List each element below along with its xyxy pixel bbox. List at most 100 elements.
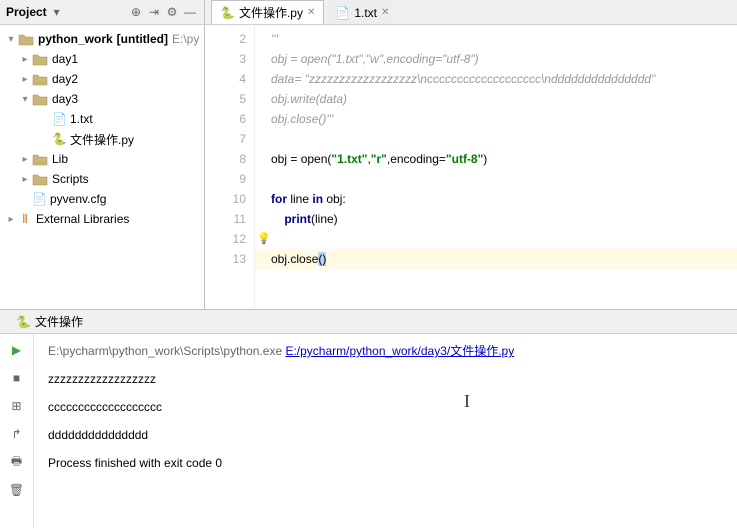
expand-icon[interactable]: ▸: [18, 74, 32, 85]
python-file-icon: 🐍: [16, 315, 31, 329]
script-link[interactable]: E:/pycharm/python_work/day3/文件操作.py: [285, 344, 514, 358]
tree-day1[interactable]: ▸ day1: [0, 49, 204, 69]
root-suffix: [untitled]: [117, 32, 168, 46]
console-output[interactable]: E:\pycharm\python_work\Scripts\python.ex…: [34, 334, 737, 529]
print-button[interactable]: 🖶: [7, 452, 27, 472]
folder-label: day2: [52, 72, 78, 86]
root-name: python_work: [38, 32, 113, 46]
close-icon[interactable]: ✕: [381, 7, 389, 18]
code-text: obj.close: [271, 252, 318, 266]
code-text: ,encoding=: [387, 152, 446, 166]
close-icon[interactable]: ✕: [307, 7, 315, 18]
code-text: (line): [311, 212, 338, 226]
line-number: 9: [205, 169, 246, 189]
collapse-icon[interactable]: ▾: [18, 94, 32, 105]
code-text: obj = open("1.txt","w",encoding="utf-8"): [271, 52, 479, 66]
text-file-icon: 📄: [52, 112, 66, 126]
line-number: 8: [205, 149, 246, 169]
line-number: 4: [205, 69, 246, 89]
project-panel: Project ▾ ⊕ ⇥ ⚙ — ▾ python_work [untitle…: [0, 0, 205, 309]
code-text: obj:: [323, 192, 346, 206]
code-text: in: [312, 192, 323, 206]
extlib-label: External Libraries: [36, 212, 129, 226]
line-number: 11: [205, 209, 246, 229]
target-icon[interactable]: ⊕: [128, 4, 144, 20]
folder-label: Lib: [52, 152, 68, 166]
line-number: 6: [205, 109, 246, 129]
lightbulb-icon[interactable]: 💡: [257, 229, 271, 249]
expand-icon[interactable]: ▾: [4, 34, 18, 45]
folder-icon: [32, 152, 48, 166]
project-toolbar: Project ▾ ⊕ ⇥ ⚙ —: [0, 0, 204, 25]
tree-file-txt[interactable]: 📄 1.txt: [0, 109, 204, 129]
file-label: 1.txt: [70, 112, 93, 126]
tree-pyvenv[interactable]: 📄 pyvenv.cfg: [0, 189, 204, 209]
tree-scripts[interactable]: ▸ Scripts: [0, 169, 204, 189]
console-line: ddddddddddddddd: [48, 426, 723, 444]
code-text: line: [287, 192, 312, 206]
folder-label: day1: [52, 52, 78, 66]
line-number: 13: [205, 249, 246, 269]
folder-label: Scripts: [52, 172, 89, 186]
console-exit: Process finished with exit code 0: [48, 454, 723, 472]
line-gutter: 2 3 4 5 6 7 8 9 10 11 12 13: [205, 25, 255, 309]
dropdown-icon[interactable]: ▾: [49, 4, 65, 20]
rerun-button[interactable]: ▶: [7, 340, 27, 360]
expand-icon[interactable]: ▸: [18, 154, 32, 165]
line-number: 5: [205, 89, 246, 109]
console-panel: ▶ ■ ⊞ ↱ 🖶 🗑 E:\pycharm\python_work\Scrip…: [0, 334, 737, 529]
export-button[interactable]: ↱: [7, 424, 27, 444]
code-text: "r": [371, 152, 387, 166]
text-file-icon: 📄: [335, 6, 350, 20]
tab-file-txt[interactable]: 📄 1.txt ✕: [326, 0, 398, 24]
line-number: 3: [205, 49, 246, 69]
expand-icon[interactable]: ▸: [4, 214, 18, 225]
code-text: ): [483, 152, 487, 166]
tree-lib[interactable]: ▸ Lib: [0, 149, 204, 169]
console-text: E:\pycharm\python_work\Scripts\python.ex…: [48, 344, 285, 358]
folder-icon: [18, 32, 34, 46]
library-icon: ⫴: [18, 212, 32, 226]
tree-file-py[interactable]: 🐍 文件操作.py: [0, 129, 204, 149]
code-area[interactable]: ''' obj = open("1.txt","w",encoding="utf…: [255, 25, 737, 309]
console-line: E:\pycharm\python_work\Scripts\python.ex…: [48, 342, 723, 360]
text-file-icon: 📄: [32, 192, 46, 206]
line-number: 7: [205, 129, 246, 149]
code-text: data= "zzzzzzzzzzzzzzzzzz\nccccccccccccc…: [271, 72, 655, 86]
folder-icon: [32, 52, 48, 66]
code-text: for: [271, 192, 287, 206]
tree-day3[interactable]: ▾ day3: [0, 89, 204, 109]
expand-icon[interactable]: ▸: [18, 174, 32, 185]
code-text: "1.txt": [331, 152, 367, 166]
console-line: zzzzzzzzzzzzzzzzzz: [48, 370, 723, 388]
layout-button[interactable]: ⊞: [7, 396, 27, 416]
tree-root[interactable]: ▾ python_work [untitled] E:\py: [0, 29, 204, 49]
gear-icon[interactable]: ⚙: [164, 4, 180, 20]
tree-extlib[interactable]: ▸ ⫴ External Libraries: [0, 209, 204, 229]
project-tree: ▾ python_work [untitled] E:\py ▸ day1 ▸ …: [0, 25, 204, 233]
project-label: Project: [6, 5, 47, 19]
python-file-icon: 🐍: [220, 6, 235, 20]
console-header: 🐍 文件操作: [0, 310, 737, 334]
tab-file-py[interactable]: 🐍 文件操作.py ✕: [211, 0, 324, 24]
console-title: 文件操作: [35, 313, 83, 330]
trash-button[interactable]: 🗑: [7, 480, 27, 500]
tree-day2[interactable]: ▸ day2: [0, 69, 204, 89]
code-editor[interactable]: 2 3 4 5 6 7 8 9 10 11 12 13 ''' obj = op…: [205, 25, 737, 309]
python-file-icon: 🐍: [52, 132, 66, 146]
folder-icon: [32, 72, 48, 86]
collapse-icon[interactable]: ⇥: [146, 4, 162, 20]
folder-label: day3: [52, 92, 78, 106]
hide-icon[interactable]: —: [182, 4, 198, 20]
line-number: 2: [205, 29, 246, 49]
code-text: "utf-8": [446, 152, 483, 166]
file-label: pyvenv.cfg: [50, 192, 106, 206]
expand-icon[interactable]: ▸: [18, 54, 32, 65]
tab-label: 文件操作.py: [239, 4, 303, 21]
stop-button[interactable]: ■: [7, 368, 27, 388]
line-number: 10: [205, 189, 246, 209]
line-number: 12: [205, 229, 246, 249]
root-path: E:\py: [172, 32, 199, 46]
code-text: print: [271, 212, 311, 226]
folder-icon: [32, 92, 48, 106]
